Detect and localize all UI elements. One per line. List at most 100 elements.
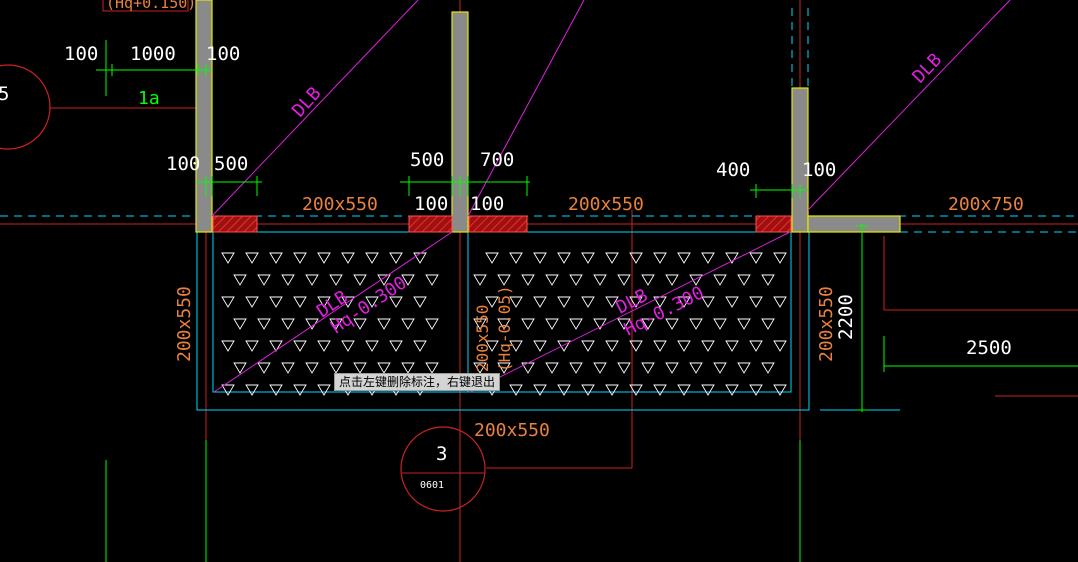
fill-triangle xyxy=(521,274,535,286)
fill-triangle xyxy=(521,362,535,374)
fill-triangle xyxy=(761,274,775,286)
wall-mid[interactable] xyxy=(451,11,469,233)
fill-triangle xyxy=(377,318,391,330)
fill-triangle xyxy=(593,274,607,286)
dim-500-mid[interactable]: 500 xyxy=(410,149,444,171)
fill-triangle xyxy=(401,362,415,374)
dim-100-mid-b[interactable]: 100 xyxy=(470,193,504,215)
fill-triangle xyxy=(581,252,595,264)
beam-label-bottom[interactable]: 200x550 xyxy=(474,420,550,441)
slab-label-dlb-2[interactable]: DLB xyxy=(908,49,946,87)
fill-triangle xyxy=(521,318,535,330)
dim-100-top-right[interactable]: 100 xyxy=(206,43,240,65)
beam-stub-1[interactable] xyxy=(212,215,258,233)
fill-triangle xyxy=(305,274,319,286)
fill-triangle xyxy=(533,296,547,308)
fill-triangle xyxy=(701,252,715,264)
dim-700[interactable]: 700 xyxy=(480,149,514,171)
fill-triangle xyxy=(713,274,727,286)
fill-triangle xyxy=(233,274,247,286)
fill-triangle xyxy=(353,362,367,374)
fill-triangle xyxy=(581,296,595,308)
dim-100-left[interactable]: 100 xyxy=(166,153,200,175)
fill-triangle xyxy=(269,296,283,308)
axis-bubble-5[interactable] xyxy=(0,64,51,150)
beam-stub-2[interactable] xyxy=(408,215,453,233)
fill-triangle xyxy=(737,274,751,286)
fill-triangle xyxy=(305,362,319,374)
slab-label-dlb-1[interactable]: DLB xyxy=(288,83,325,121)
fill-triangle xyxy=(677,252,691,264)
dim-100-top-left[interactable]: 100 xyxy=(64,43,98,65)
fill-triangle xyxy=(293,340,307,352)
fill-triangle xyxy=(245,384,259,396)
fill-triangle xyxy=(665,274,679,286)
fill-triangle xyxy=(257,274,271,286)
fill-triangle xyxy=(389,340,403,352)
beam-stub-4[interactable] xyxy=(755,215,792,233)
fill-triangle xyxy=(257,362,271,374)
dim-2200[interactable]: 2200 xyxy=(835,294,857,340)
cad-drawing-canvas[interactable]: 100 1000 100 100 500 500 700 400 100 100… xyxy=(0,0,1078,562)
fill-triangle xyxy=(509,384,523,396)
dim-500-left[interactable]: 500 xyxy=(214,153,248,175)
fill-triangle xyxy=(725,296,739,308)
fill-triangle xyxy=(245,340,259,352)
fill-triangle xyxy=(665,362,679,374)
fill-triangle xyxy=(653,252,667,264)
fill-triangle xyxy=(221,252,235,264)
fill-triangle xyxy=(677,384,691,396)
fill-triangle xyxy=(221,340,235,352)
fill-triangle xyxy=(701,384,715,396)
fill-triangle xyxy=(341,252,355,264)
fill-triangle xyxy=(293,296,307,308)
fill-triangle xyxy=(365,252,379,264)
dim-1000[interactable]: 1000 xyxy=(130,43,176,65)
fill-triangle xyxy=(485,252,499,264)
fill-triangle xyxy=(617,362,631,374)
beam-label-top-left[interactable]: 200x550 xyxy=(302,194,378,215)
fill-triangle xyxy=(377,362,391,374)
fill-triangle xyxy=(605,340,619,352)
fill-triangle xyxy=(353,274,367,286)
axis-bubble-3[interactable] xyxy=(400,426,486,512)
wall-right-ext[interactable] xyxy=(807,215,901,233)
fill-triangle xyxy=(281,274,295,286)
fill-triangle xyxy=(713,318,727,330)
fill-triangle xyxy=(653,384,667,396)
beam-label-left-v[interactable]: 200x550 xyxy=(174,286,195,362)
fill-triangle xyxy=(269,384,283,396)
beam-label-mid-v-a[interactable]: 200x550 xyxy=(473,305,492,372)
fill-triangle xyxy=(545,318,559,330)
fill-triangle xyxy=(281,318,295,330)
fill-triangle xyxy=(293,384,307,396)
beam-label-top-mid[interactable]: 200x550 xyxy=(568,194,644,215)
wall-left[interactable] xyxy=(195,0,213,233)
fill-triangle xyxy=(269,340,283,352)
fill-triangle xyxy=(773,252,787,264)
fill-triangle xyxy=(221,296,235,308)
fill-triangle xyxy=(641,274,655,286)
beam-label-right-v[interactable]: 200x550 xyxy=(816,286,837,362)
beam-stub-3[interactable] xyxy=(468,215,528,233)
top-elevation-tag: (Hq+0.150) xyxy=(106,0,196,12)
fill-triangle xyxy=(713,362,727,374)
dim-100-mid-a[interactable]: 100 xyxy=(414,193,448,215)
fill-triangle xyxy=(605,384,619,396)
dim-400[interactable]: 400 xyxy=(716,159,750,181)
dim-2500[interactable]: 2500 xyxy=(966,337,1012,359)
fill-triangle xyxy=(329,274,343,286)
fill-triangle xyxy=(749,296,763,308)
axis-5-label: 5 xyxy=(0,83,9,105)
fill-triangle xyxy=(689,318,703,330)
dim-100-right[interactable]: 100 xyxy=(802,159,836,181)
fill-triangle xyxy=(293,252,307,264)
fill-triangle xyxy=(389,252,403,264)
beam-label-top-right[interactable]: 200x750 xyxy=(948,194,1024,215)
fill-triangle xyxy=(773,340,787,352)
fill-triangle xyxy=(701,340,715,352)
fill-triangle xyxy=(281,362,295,374)
fill-triangle xyxy=(545,274,559,286)
fill-triangle xyxy=(317,252,331,264)
beam-label-mid-v-b[interactable]: (Hq-0.05) xyxy=(495,285,514,372)
